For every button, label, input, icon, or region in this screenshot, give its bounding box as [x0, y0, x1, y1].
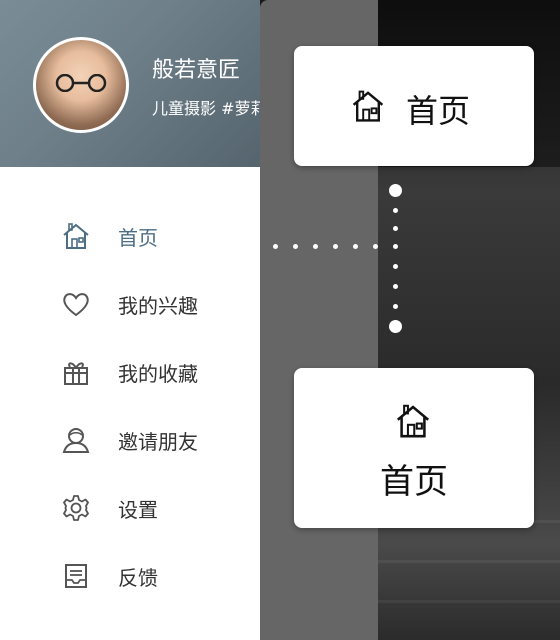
home-icon — [350, 88, 386, 124]
connector-dot — [393, 284, 398, 289]
heart-icon — [60, 288, 92, 320]
menu-item-invite[interactable]: 邀请朋友 — [0, 412, 260, 468]
menu-item-interests[interactable]: 我的兴趣 — [0, 276, 260, 332]
menu-item-label: 我的收藏 — [118, 361, 198, 386]
menu-item-settings[interactable]: 设置 — [0, 480, 260, 536]
callout-horizontal-layout: 首页 — [294, 46, 534, 166]
connector-dot — [293, 244, 298, 249]
menu-item-label: 我的兴趣 — [118, 293, 198, 318]
menu-item-label: 邀请朋友 — [118, 429, 198, 454]
callout-vertical-layout: 首页 — [294, 368, 534, 528]
connector-dot — [393, 304, 398, 309]
background-stripe — [376, 600, 560, 603]
feedback-icon — [60, 560, 92, 592]
connector-dot — [373, 244, 378, 249]
user-name: 般若意匠 — [152, 58, 241, 83]
home-icon — [60, 220, 92, 252]
menu-item-label: 首页 — [118, 225, 158, 250]
home-icon — [394, 402, 432, 440]
connector-dot — [393, 208, 398, 213]
connector-dot — [333, 244, 338, 249]
callout-label: 首页 — [380, 462, 448, 502]
avatar[interactable] — [33, 37, 129, 133]
connector-dot — [393, 226, 398, 231]
menu-item-favorites[interactable]: 我的收藏 — [0, 344, 260, 400]
connector-endpoint — [389, 184, 402, 197]
glasses-graphic — [55, 74, 107, 92]
gear-icon — [60, 492, 92, 524]
menu-item-label: 设置 — [118, 497, 158, 522]
callout-label: 首页 — [406, 92, 471, 130]
connector-dot — [393, 264, 398, 269]
gift-icon — [60, 356, 92, 388]
connector-dot — [393, 244, 398, 249]
user-icon — [60, 424, 92, 456]
menu-item-feedback[interactable]: 反馈 — [0, 548, 260, 604]
connector-dot — [353, 244, 358, 249]
menu-item-home[interactable]: 首页 — [0, 208, 260, 264]
menu-item-label: 反馈 — [118, 565, 158, 590]
connector-dot — [313, 244, 318, 249]
drawer-header: 般若意匠 儿童摄影 #萝莉# — [0, 0, 260, 167]
user-tagline: 儿童摄影 #萝莉# — [152, 99, 260, 118]
connector-endpoint — [389, 320, 402, 333]
navigation-drawer: 般若意匠 儿童摄影 #萝莉# 首页 我的兴趣 — [0, 0, 260, 640]
connector-dot — [273, 244, 278, 249]
background-stripe — [376, 560, 560, 563]
